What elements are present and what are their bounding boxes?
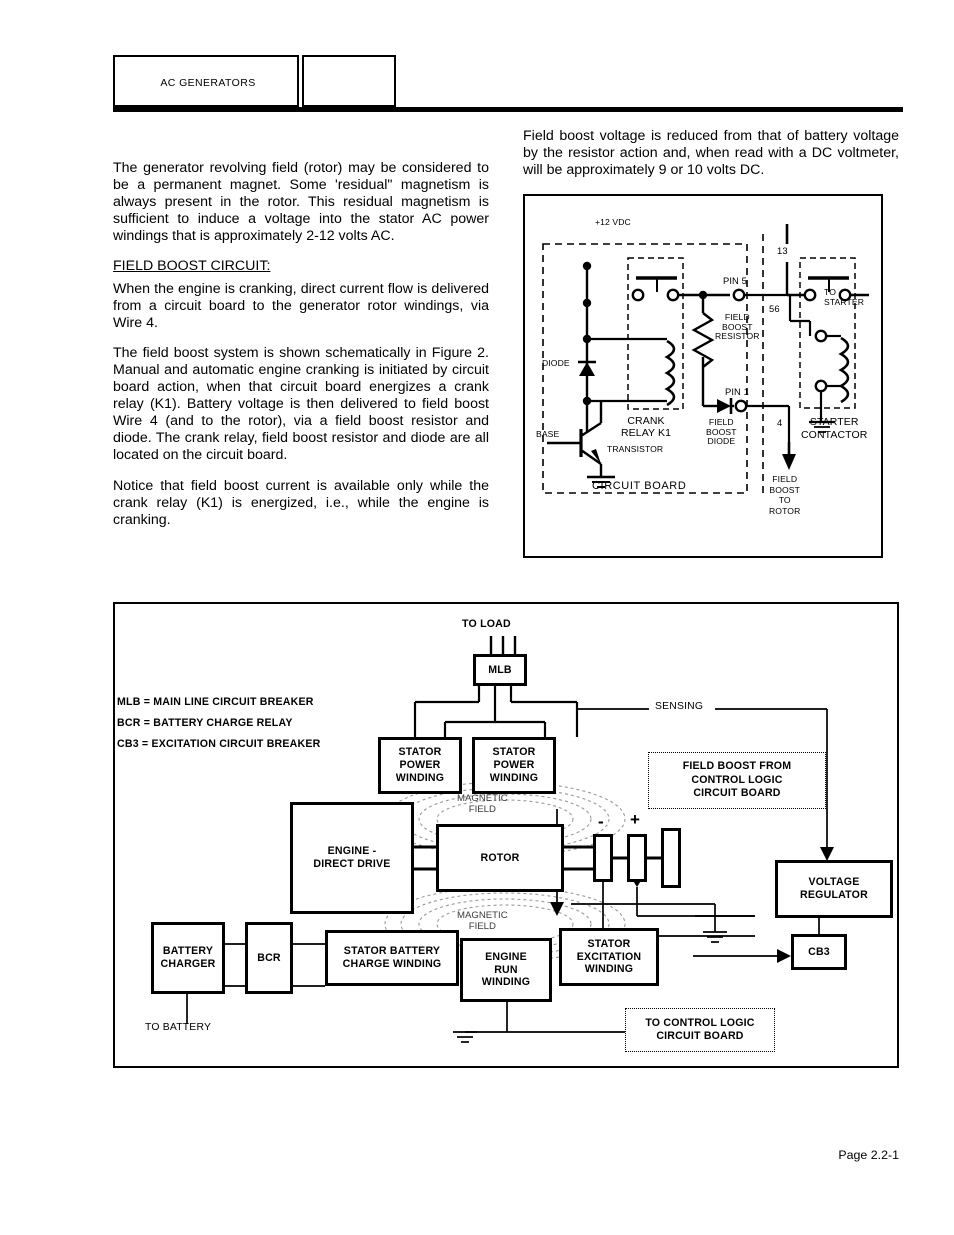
box-rotor[interactable]: ROTOR — [436, 824, 564, 892]
schematic-label-diode: DIODE — [542, 358, 570, 368]
schematic-label-field-boost-diode: FIELD BOOST DIODE — [706, 417, 737, 447]
label-magnetic-field-bottom: MAGNETIC FIELD — [457, 910, 508, 932]
schematic-label-field-boost-resistor: FIELD BOOST RESISTOR — [715, 312, 760, 342]
box-battery-charger[interactable]: BATTERY CHARGER — [151, 922, 225, 994]
page-footer: Page 2.2-1 — [0, 1148, 899, 1162]
box-stator-battery-charge-winding[interactable]: STATOR BATTERY CHARGE WINDING — [325, 930, 459, 986]
box-stator-power-winding-1[interactable]: STATOR POWER WINDING — [378, 737, 462, 794]
label-to-battery: TO BATTERY — [145, 1022, 212, 1033]
slip-ring-assembly — [661, 828, 681, 888]
box-engine-run-winding[interactable]: ENGINE RUN WINDING — [460, 938, 552, 1002]
box-stator-power-winding-2[interactable]: STATOR POWER WINDING — [472, 737, 556, 794]
paragraph-field-boost-voltage: Field boost voltage is reduced from that… — [523, 128, 899, 179]
header-rule — [113, 107, 903, 112]
header-blank-box — [302, 55, 396, 107]
schematic-label-field-boost-to-rotor: FIELD BOOST TO ROTOR — [769, 474, 801, 516]
page-header: AC GENERATORS — [113, 55, 903, 112]
schematic-label-supply: +12 VDC — [595, 217, 631, 227]
block-diagram-legend: MLB = MAIN LINE CIRCUIT BREAKER BCR = BA… — [117, 692, 320, 755]
section-heading-field-boost: FIELD BOOST CIRCUIT: — [113, 258, 271, 275]
box-mlb[interactable]: MLB — [473, 654, 527, 686]
legend-item-mlb: MLB = MAIN LINE CIRCUIT BREAKER — [117, 696, 314, 708]
page-number: Page 2.2-1 — [838, 1148, 899, 1162]
field-boost-schematic-figure: +12 VDC DIODE BASE TRANSISTOR CRANK RELA… — [523, 194, 883, 558]
paragraph-residual-magnetism: The generator revolving field (rotor) ma… — [113, 160, 489, 245]
brush-negative — [593, 834, 613, 882]
schematic-canvas: +12 VDC DIODE BASE TRANSISTOR CRANK RELA… — [525, 196, 881, 556]
header-title: AC GENERATORS — [160, 77, 256, 89]
schematic-label-circuit-board: CIRCUIT BOARD — [592, 480, 687, 492]
box-engine-direct-drive[interactable]: ENGINE - DIRECT DRIVE — [290, 802, 414, 914]
schematic-label-transistor: TRANSISTOR — [607, 444, 664, 454]
legend-item-bcr: BCR = BATTERY CHARGE RELAY — [117, 717, 293, 729]
block-diagram-canvas: MLB = MAIN LINE CIRCUIT BREAKER BCR = BA… — [115, 604, 897, 1066]
box-stator-excitation-winding[interactable]: STATOR EXCITATION WINDING — [559, 928, 659, 986]
schematic-label-pin1: PIN 1 — [725, 386, 749, 397]
label-brush-minus: - — [598, 812, 604, 831]
header-title-box: AC GENERATORS — [113, 55, 299, 107]
paragraph-crank-relay-note: Notice that field boost current is avail… — [113, 477, 489, 528]
schematic-label-wire4: 4 — [777, 417, 783, 428]
box-field-boost-from-control-logic[interactable]: FIELD BOOST FROM CONTROL LOGIC CIRCUIT B… — [648, 752, 826, 809]
box-voltage-regulator[interactable]: VOLTAGE REGULATOR — [775, 860, 893, 918]
schematic-label-starter-contactor: STARTER CONTACTOR — [801, 416, 868, 441]
generator-block-diagram-figure: MLB = MAIN LINE CIRCUIT BREAKER BCR = BA… — [113, 602, 899, 1068]
right-text-column: Field boost voltage is reduced from that… — [523, 128, 899, 179]
schematic-label-pin5: PIN 5 — [723, 275, 747, 286]
label-sensing: SENSING — [655, 701, 704, 712]
box-to-control-logic-circuit-board[interactable]: TO CONTROL LOGIC CIRCUIT BOARD — [625, 1008, 775, 1052]
schematic-label-wire13: 13 — [777, 245, 788, 256]
field-boost-heading-wrap: FIELD BOOST CIRCUIT: — [113, 258, 489, 275]
schematic-label-wire56: 56 — [769, 303, 780, 314]
legend-item-cb3: CB3 = EXCITATION CIRCUIT BREAKER — [117, 738, 321, 750]
schematic-drawing — [542, 224, 869, 496]
schematic-label-base: BASE — [536, 429, 560, 439]
label-to-load: TO LOAD — [462, 618, 511, 630]
box-cb3[interactable]: CB3 — [791, 934, 847, 970]
label-magnetic-field-top: MAGNETIC FIELD — [457, 793, 508, 815]
brush-positive — [627, 834, 647, 882]
left-text-column: The generator revolving field (rotor) ma… — [113, 160, 489, 529]
schematic-label-crank-relay: CRANK RELAY K1 — [621, 415, 672, 439]
label-brush-plus: + — [630, 810, 640, 829]
paragraph-cranking-current: When the engine is cranking, direct curr… — [113, 280, 489, 331]
box-bcr[interactable]: BCR — [245, 922, 293, 994]
paragraph-field-boost-system: The field boost system is shown schemati… — [113, 344, 489, 464]
schematic-label-to-starter: TO STARTER — [824, 287, 865, 307]
